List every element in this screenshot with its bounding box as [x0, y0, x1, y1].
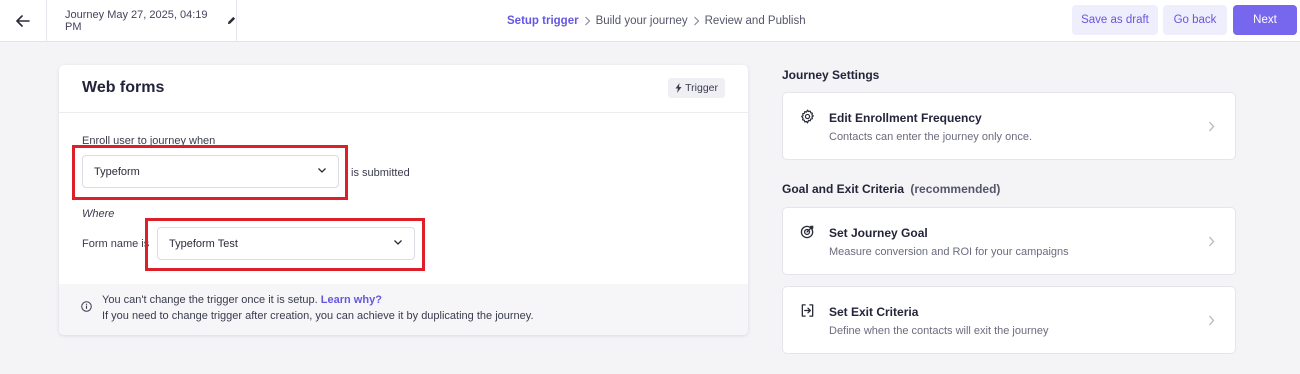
exit-icon	[800, 303, 815, 318]
trigger-notice: You can't change the trigger once it is …	[59, 284, 748, 335]
step-review-publish[interactable]: Review and Publish	[705, 15, 806, 27]
step-setup-trigger[interactable]: Setup trigger	[507, 15, 579, 27]
form-provider-select[interactable]: Typeform	[82, 155, 339, 188]
goal-desc: Measure conversion and ROI for your camp…	[829, 246, 1069, 258]
bolt-icon	[675, 83, 682, 93]
enrollment-title: Edit Enrollment Frequency	[829, 111, 982, 125]
arrow-left-icon	[16, 14, 30, 27]
form-name-value: Typeform Test	[169, 237, 238, 250]
learn-why-link[interactable]: Learn why?	[321, 294, 382, 306]
enrollment-desc: Contacts can enter the journey only once…	[829, 131, 1033, 143]
form-provider-value: Typeform	[94, 165, 140, 178]
chevron-right-icon	[584, 16, 591, 26]
recommended-label: (recommended)	[910, 182, 1001, 196]
next-button[interactable]: Next	[1233, 5, 1297, 35]
chevron-right-icon	[1208, 121, 1215, 132]
chevron-right-icon	[1208, 236, 1215, 247]
edit-enrollment-frequency-card[interactable]: Edit Enrollment Frequency Contacts can e…	[782, 92, 1236, 160]
target-icon	[800, 224, 815, 239]
chevron-right-icon	[1208, 315, 1215, 326]
step-build-journey[interactable]: Build your journey	[596, 15, 688, 27]
trigger-badge-label: Trigger	[685, 82, 718, 94]
goal-exit-title: Goal and Exit Criteria (recommended)	[782, 182, 1000, 196]
top-bar: Journey May 27, 2025, 04:19 PM Setup tri…	[0, 0, 1300, 42]
trigger-card-header: Web forms Trigger	[59, 65, 748, 113]
is-submitted-text: is submitted	[351, 167, 410, 179]
where-label: Where	[82, 208, 115, 220]
chevron-down-icon	[317, 167, 327, 174]
set-journey-goal-card[interactable]: Set Journey Goal Measure conversion and …	[782, 207, 1236, 275]
exit-desc: Define when the contacts will exit the j…	[829, 325, 1049, 337]
set-exit-criteria-card[interactable]: Set Exit Criteria Define when the contac…	[782, 286, 1236, 354]
go-back-button[interactable]: Go back	[1163, 5, 1227, 35]
exit-title: Set Exit Criteria	[829, 305, 919, 319]
form-name-select[interactable]: Typeform Test	[157, 227, 415, 260]
gear-icon	[800, 109, 815, 124]
card-title: Web forms	[82, 79, 165, 96]
trigger-card: Web forms Trigger Enroll user to journey…	[59, 65, 748, 335]
goal-exit-title-text: Goal and Exit Criteria	[782, 182, 905, 196]
journey-title-text: Journey May 27, 2025, 04:19 PM	[65, 8, 208, 33]
notice-line-2: If you need to change trigger after crea…	[102, 310, 534, 322]
form-name-label: Form name is	[82, 238, 150, 250]
journey-title[interactable]: Journey May 27, 2025, 04:19 PM	[47, 0, 237, 41]
step-breadcrumb: Setup trigger Build your journey Review …	[507, 0, 806, 41]
trigger-badge: Trigger	[668, 78, 725, 98]
chevron-right-icon	[693, 16, 700, 26]
back-arrow-button[interactable]	[0, 0, 47, 41]
chevron-down-icon	[393, 239, 403, 246]
save-as-draft-button[interactable]: Save as draft	[1072, 5, 1158, 35]
goal-title: Set Journey Goal	[829, 226, 928, 240]
journey-settings-title: Journey Settings	[782, 68, 880, 82]
notice-line-1: You can't change the trigger once it is …	[102, 294, 382, 306]
notice-text: You can't change the trigger once it is …	[102, 294, 318, 306]
enroll-label: Enroll user to journey when	[82, 135, 216, 147]
pencil-icon[interactable]	[227, 16, 236, 25]
info-icon	[81, 301, 92, 312]
